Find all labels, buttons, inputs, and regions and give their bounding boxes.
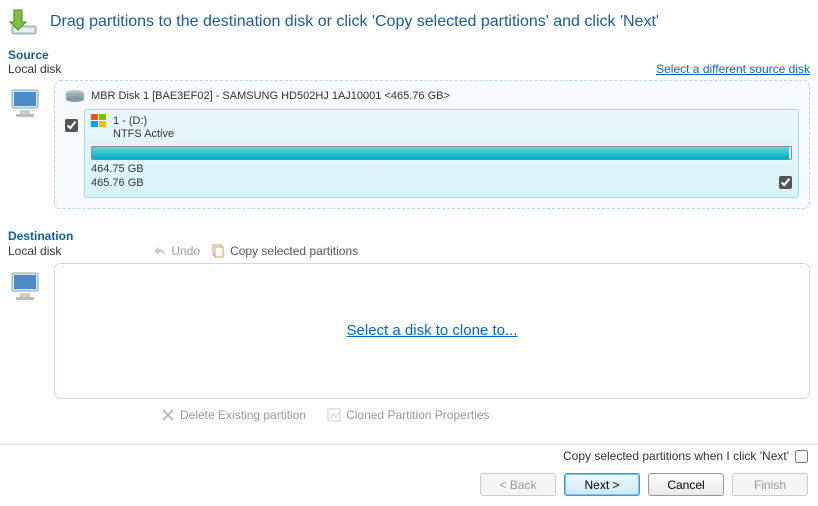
source-type-label: Local disk [8, 62, 61, 76]
undo-button[interactable]: Undo [151, 243, 200, 259]
clone-arrow-icon [8, 6, 40, 38]
delete-icon [160, 407, 176, 423]
finish-button[interactable]: Finish [732, 473, 808, 496]
copy-icon [210, 243, 226, 259]
select-different-source-link[interactable]: Select a different source disk [656, 62, 810, 76]
computer-icon [8, 86, 44, 122]
computer-icon [8, 269, 44, 305]
cancel-button[interactable]: Cancel [648, 473, 724, 496]
destination-type-label: Local disk [8, 244, 61, 258]
next-button[interactable]: Next > [564, 473, 640, 496]
partition-name: 1 - (D:) [113, 115, 147, 127]
properties-icon [326, 407, 342, 423]
undo-icon [151, 243, 167, 259]
wizard-footer: Copy selected partitions when I click 'N… [0, 444, 818, 506]
wizard-title: Drag partitions to the destination disk … [50, 13, 659, 31]
partition-sizes: 464.75 GB 465.76 GB [91, 162, 792, 191]
delete-partition-button[interactable]: Delete Existing partition [160, 407, 306, 423]
windows-flag-icon [91, 114, 107, 128]
partition-properties-button[interactable]: Cloned Partition Properties [326, 407, 489, 423]
destination-disk-panel: Select a disk to clone to... [54, 263, 810, 399]
copy-selected-button[interactable]: Copy selected partitions [210, 243, 358, 259]
disk-icon [65, 89, 85, 103]
wizard-header: Drag partitions to the destination disk … [0, 0, 818, 46]
partition-box[interactable]: 1 - (D:) NTFS Active 464.75 GB 465.76 GB [84, 109, 799, 198]
destination-section-label: Destination [0, 227, 818, 243]
disk-title: MBR Disk 1 [BAE3EF02] - SAMSUNG HD502HJ … [91, 90, 450, 102]
partition-include-checkbox[interactable] [779, 176, 792, 189]
auto-copy-checkbox[interactable] [795, 450, 808, 463]
source-section-label: Source [0, 46, 818, 62]
partition-select-checkbox[interactable] [65, 119, 78, 132]
source-disk-panel: MBR Disk 1 [BAE3EF02] - SAMSUNG HD502HJ … [54, 80, 810, 209]
auto-copy-label: Copy selected partitions when I click 'N… [563, 449, 789, 463]
select-destination-link[interactable]: Select a disk to clone to... [347, 322, 518, 339]
partition-total: 465.76 GB [91, 176, 792, 190]
back-button[interactable]: < Back [480, 473, 556, 496]
partition-usage-bar [91, 146, 792, 160]
partition-used: 464.75 GB [91, 162, 792, 176]
partition-filesystem: NTFS Active [113, 128, 792, 140]
